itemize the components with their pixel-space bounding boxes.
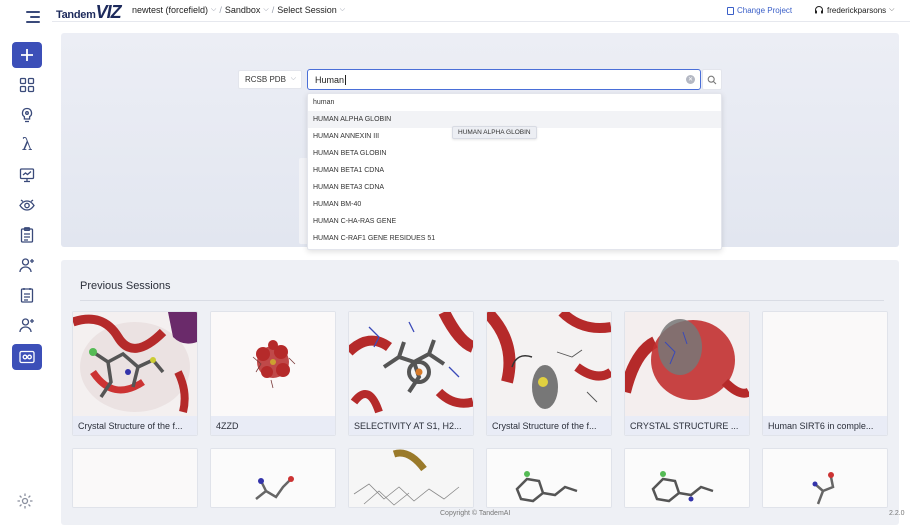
chevron-down-icon: ⌵ xyxy=(290,75,296,82)
user-add-icon[interactable] xyxy=(12,312,42,338)
molecule-thumbnail xyxy=(625,312,749,416)
lightbulb-icon[interactable] xyxy=(12,102,42,128)
molecule-thumbnail xyxy=(625,449,749,507)
breadcrumb: newtest (forcefield) ⌵ / Sandbox ⌵ / Sel… xyxy=(132,5,348,15)
molecule-thumbnail xyxy=(73,312,197,416)
session-card[interactable]: 4ZZD xyxy=(210,311,336,436)
previous-sessions-panel: Previous Sessions Crystal Structure of t… xyxy=(61,260,899,525)
app-logo[interactable]: Tandem VIZ xyxy=(56,1,122,22)
section-title: Previous Sessions xyxy=(80,280,171,292)
copyright-text: Copyright © TandemAI xyxy=(440,510,511,517)
user-add-icon[interactable] xyxy=(12,252,42,278)
session-card-title: Crystal Structure of the f... xyxy=(73,416,197,435)
search-icon xyxy=(707,75,717,84)
session-card[interactable] xyxy=(486,448,612,508)
source-select[interactable]: RCSB PDB ⌵ xyxy=(238,70,302,89)
session-card[interactable]: Crystal Structure of the f... xyxy=(72,311,198,436)
session-card[interactable] xyxy=(348,448,474,508)
search-input[interactable]: Human xyxy=(307,69,701,90)
session-card-title: Human SIRT6 in comple... xyxy=(763,416,887,435)
molecule-thumbnail xyxy=(349,312,473,416)
autocomplete-option[interactable]: HUMAN C-HA-RAS GENE xyxy=(308,213,721,230)
autocomplete-option[interactable]: HUMAN BM-40 xyxy=(308,196,721,213)
crumb-select-session[interactable]: Select Session xyxy=(277,5,337,15)
option-tooltip: HUMAN ALPHA GLOBIN xyxy=(452,126,537,139)
user-menu[interactable]: frederickparsons ⌵ xyxy=(814,5,894,15)
session-card[interactable] xyxy=(210,448,336,508)
session-card-title: 4ZZD xyxy=(211,416,335,435)
breadcrumb-separator: / xyxy=(219,5,222,15)
version-text: 2.2.0 xyxy=(889,510,905,517)
session-card[interactable]: Human SIRT6 in comple... xyxy=(762,311,888,436)
crumb-project[interactable]: newtest (forcefield) xyxy=(132,5,208,15)
molecule-thumbnail xyxy=(487,449,611,507)
menu-icon[interactable] xyxy=(22,8,40,26)
headset-icon xyxy=(815,6,823,14)
sidebar: λ xyxy=(0,0,52,525)
document-icon[interactable] xyxy=(12,282,42,308)
chevron-down-icon[interactable]: ⌵ xyxy=(263,6,268,14)
text-caret xyxy=(345,74,347,85)
clear-icon[interactable]: ✕ xyxy=(686,75,695,84)
chevron-down-icon[interactable]: ⌵ xyxy=(340,6,345,14)
change-project-label: Change Project xyxy=(737,6,793,15)
molecule-thumbnail xyxy=(211,449,335,507)
molecule-thumbnail xyxy=(487,312,611,416)
change-project-button[interactable]: Change Project xyxy=(727,6,792,15)
username: frederickparsons xyxy=(827,5,887,15)
session-card[interactable]: SELECTIVITY AT S1, H2... xyxy=(348,311,474,436)
logo-mark: VIZ xyxy=(95,2,122,22)
breadcrumb-separator: / xyxy=(271,5,275,15)
lambda-glyph: λ xyxy=(21,135,33,155)
molecule-thumbnail xyxy=(763,312,887,416)
session-card-title: CRYSTAL STRUCTURE ... xyxy=(625,416,749,435)
clipboard-icon[interactable] xyxy=(12,222,42,248)
search-button[interactable] xyxy=(702,69,722,90)
molecule-thumbnail xyxy=(349,449,473,507)
autocomplete-option[interactable]: HUMAN BETA1 CDNA xyxy=(308,162,721,179)
session-card-title: SELECTIVITY AT S1, H2... xyxy=(349,416,473,435)
lambda-icon[interactable]: λ xyxy=(12,132,42,158)
session-card[interactable]: Crystal Structure of the f... xyxy=(486,311,612,436)
grid-icon[interactable] xyxy=(12,72,42,98)
molecule-thumbnail xyxy=(73,449,197,507)
molecule-thumbnail xyxy=(211,312,335,416)
chevron-down-icon: ⌵ xyxy=(889,6,895,13)
autocomplete-option[interactable]: human xyxy=(308,94,721,111)
presentation-icon[interactable] xyxy=(12,162,42,188)
autocomplete-option[interactable]: HUMAN C-RAF1 GENE RESIDUES 51 xyxy=(308,230,721,247)
session-card-title: Crystal Structure of the f... xyxy=(487,416,611,435)
logo-text: Tandem xyxy=(56,9,96,21)
chevron-down-icon[interactable]: ⌵ xyxy=(211,6,216,14)
plus-icon[interactable] xyxy=(12,42,42,68)
source-select-value: RCSB PDB xyxy=(245,75,286,84)
autocomplete-option[interactable]: HUMAN BETA GLOBIN xyxy=(308,145,721,162)
autocomplete-option[interactable]: HUMAN BETA3 CDNA xyxy=(308,179,721,196)
session-card[interactable]: CRYSTAL STRUCTURE ... xyxy=(624,311,750,436)
molecule-thumbnail xyxy=(763,449,887,507)
divider xyxy=(80,300,884,301)
eye-icon[interactable] xyxy=(12,192,42,218)
crumb-sandbox[interactable]: Sandbox xyxy=(225,5,261,15)
session-card[interactable] xyxy=(72,448,198,508)
viewer-icon[interactable] xyxy=(12,344,42,370)
settings-icon[interactable] xyxy=(16,492,34,510)
session-card[interactable] xyxy=(624,448,750,508)
session-card[interactable] xyxy=(762,448,888,508)
autocomplete-dropdown: human HUMAN ALPHA GLOBIN HUMAN ANNEXIN I… xyxy=(307,93,722,250)
top-header: Tandem VIZ newtest (forcefield) ⌵ / Sand… xyxy=(52,0,910,22)
clipboard-icon xyxy=(727,6,734,15)
search-input-value: Human xyxy=(315,74,345,85)
